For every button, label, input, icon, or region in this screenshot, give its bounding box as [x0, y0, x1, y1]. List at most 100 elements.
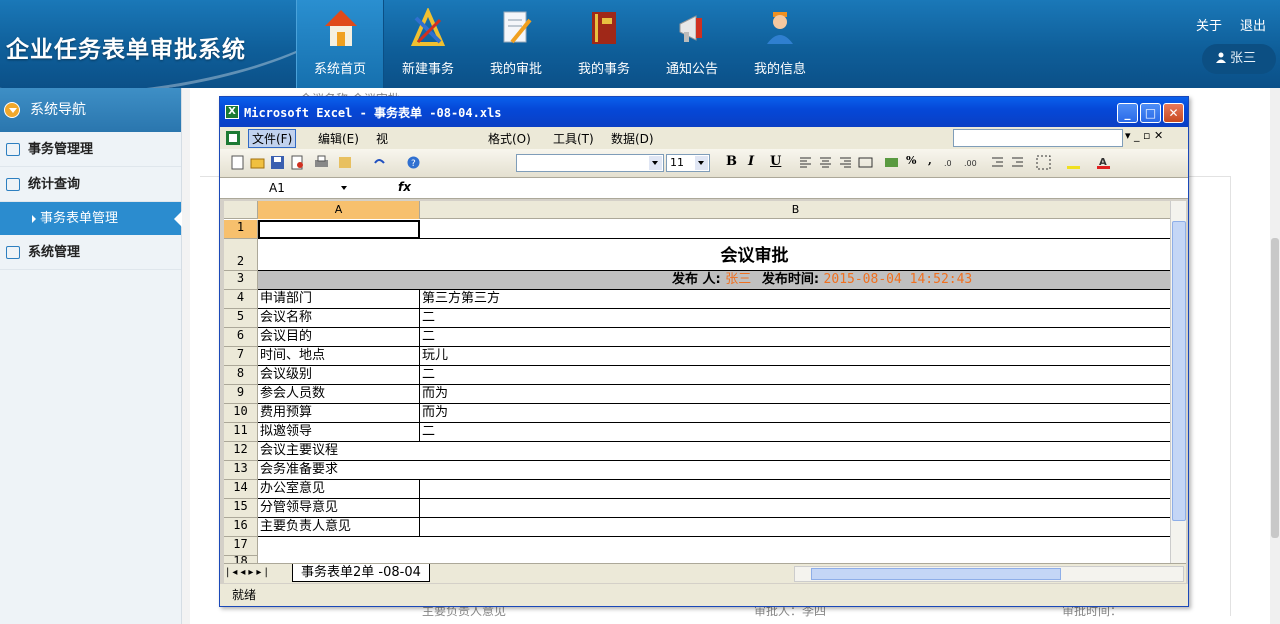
cell-value[interactable]: 第三方第三方 [420, 290, 1170, 309]
column-header-b[interactable]: B [420, 201, 1170, 219]
sheet-nav-arrows[interactable]: |◂◂▸▸| [226, 567, 271, 578]
menu-view[interactable]: 视 [376, 130, 388, 147]
row-header[interactable]: 15 [224, 499, 258, 518]
cell-value[interactable]: 而为 [420, 385, 1170, 404]
font-name-select[interactable] [516, 154, 664, 172]
permission-icon[interactable] [290, 155, 305, 170]
sheet-vertical-scrollbar-thumb[interactable] [1172, 221, 1186, 521]
percent-button[interactable]: % [906, 154, 916, 167]
mdi-controls[interactable]: ▾ _ ▫ ✕ [1125, 129, 1163, 142]
row-header[interactable]: 7 [224, 347, 258, 366]
row-header[interactable]: 5 [224, 309, 258, 328]
insert-function-button[interactable]: fx [398, 180, 411, 194]
cell-value[interactable] [420, 480, 1170, 499]
cell-value[interactable]: 二 [420, 309, 1170, 328]
menu-data[interactable]: 数据(D) [611, 130, 654, 147]
menu-format[interactable]: 格式(O) [488, 130, 531, 147]
page-scrollbar[interactable] [1270, 88, 1280, 624]
sidebar-item-task-management[interactable]: 事务管理理 [0, 132, 181, 167]
borders-icon[interactable] [1036, 155, 1051, 170]
user-badge[interactable]: 张三 [1202, 44, 1276, 74]
print-icon[interactable] [314, 155, 329, 170]
nav-announcements[interactable]: 通知公告 [648, 0, 736, 88]
cell-value[interactable]: 二 [420, 423, 1170, 442]
row-header[interactable]: 1 [224, 220, 258, 239]
sheet-vertical-scrollbar[interactable] [1170, 201, 1186, 563]
underline-button[interactable]: U [770, 154, 781, 169]
menu-tools[interactable]: 工具(T) [553, 130, 594, 147]
cell-label[interactable]: 会议名称 [258, 309, 420, 328]
open-folder-icon[interactable] [250, 155, 265, 170]
align-center-icon[interactable] [818, 155, 833, 170]
font-color-icon[interactable]: A [1096, 155, 1111, 170]
cell-label[interactable]: 费用预算 [258, 404, 420, 423]
cell-label[interactable]: 时间、地点 [258, 347, 420, 366]
cell-label[interactable]: 参会人员数 [258, 385, 420, 404]
merge-center-icon[interactable] [858, 155, 873, 170]
page-scrollbar-thumb[interactable] [1271, 238, 1279, 538]
cell-label[interactable]: 申请部门 [258, 290, 420, 309]
nav-my-info[interactable]: 我的信息 [736, 0, 824, 88]
close-button[interactable]: ✕ [1163, 103, 1184, 123]
increase-decimal-icon[interactable]: .0 [944, 155, 959, 170]
cell-a1-selected[interactable] [258, 220, 420, 239]
sidebar-subitem-form-management[interactable]: 事务表单管理 [0, 202, 182, 235]
bold-button[interactable]: B [726, 154, 737, 169]
select-all-corner[interactable] [224, 201, 258, 219]
form-title-cell[interactable]: 会议审批 [258, 239, 1170, 271]
sheet-horizontal-scrollbar[interactable] [794, 566, 1184, 582]
font-size-select[interactable]: 11 [666, 154, 710, 172]
cell-value[interactable] [420, 518, 1170, 537]
nav-home[interactable]: 系统首页 [296, 0, 384, 88]
currency-icon[interactable] [884, 155, 899, 170]
excel-titlebar[interactable]: X Microsoft Excel - 事务表单 -08-04.xls _ □ … [220, 97, 1188, 127]
menu-edit[interactable]: 编辑(E) [318, 130, 359, 147]
column-header-a[interactable]: A [258, 201, 420, 219]
nav-my-approval[interactable]: 我的审批 [472, 0, 560, 88]
cell-value[interactable]: 二 [420, 328, 1170, 347]
menu-file[interactable]: 文件(F) [248, 129, 297, 148]
maximize-button[interactable]: □ [1140, 103, 1161, 123]
italic-button[interactable]: I [748, 154, 754, 169]
comma-button[interactable]: , [928, 154, 932, 167]
save-icon[interactable] [270, 155, 285, 170]
row-header[interactable]: 2 [224, 239, 258, 271]
row-header[interactable]: 11 [224, 423, 258, 442]
cell-label[interactable]: 会务准备要求 [258, 461, 1170, 480]
spreadsheet-grid[interactable]: A B 1 2 会议审批 3 发布 人: 张三 发布时间: 2015-08-04… [224, 201, 1170, 563]
publisher-info-cell[interactable]: 发布 人: 张三 发布时间: 2015-08-04 14:52:43 [258, 271, 1170, 290]
cell-empty[interactable] [258, 537, 1170, 556]
cell-b1[interactable] [420, 220, 1170, 239]
cell-label[interactable]: 会议级别 [258, 366, 420, 385]
row-header[interactable]: 16 [224, 518, 258, 537]
nav-my-tasks[interactable]: 我的事务 [560, 0, 648, 88]
align-left-icon[interactable] [798, 155, 813, 170]
sidebar-item-statistics[interactable]: 统计查询 [0, 167, 181, 202]
row-header[interactable]: 9 [224, 385, 258, 404]
undo-icon[interactable] [372, 155, 387, 170]
sheet-tab[interactable]: 事务表单2单 -08-04 [292, 564, 430, 582]
research-icon[interactable] [338, 155, 353, 170]
fill-color-icon[interactable] [1066, 155, 1081, 170]
new-file-icon[interactable] [230, 155, 245, 170]
row-header[interactable]: 14 [224, 480, 258, 499]
help-icon[interactable]: ? [406, 155, 421, 170]
align-right-icon[interactable] [838, 155, 853, 170]
cell-label[interactable]: 主要负责人意见 [258, 518, 420, 537]
row-header[interactable]: 18 [224, 555, 258, 563]
question-input[interactable] [953, 129, 1123, 147]
nav-new-task[interactable]: 新建事务 [384, 0, 472, 88]
decrease-decimal-icon[interactable]: .00 [964, 155, 979, 170]
row-header[interactable]: 6 [224, 328, 258, 347]
logout-link[interactable]: 退出 [1240, 15, 1266, 34]
cell-label[interactable]: 会议主要议程 [258, 442, 1170, 461]
cell-label[interactable]: 分管领导意见 [258, 499, 420, 518]
row-header[interactable]: 10 [224, 404, 258, 423]
row-header[interactable]: 3 [224, 271, 258, 290]
cell-value[interactable] [420, 499, 1170, 518]
decrease-indent-icon[interactable] [990, 155, 1005, 170]
row-header[interactable]: 12 [224, 442, 258, 461]
sheet-horizontal-scrollbar-thumb[interactable] [811, 568, 1061, 580]
cell-label[interactable]: 办公室意见 [258, 480, 420, 499]
cell-value[interactable]: 二 [420, 366, 1170, 385]
